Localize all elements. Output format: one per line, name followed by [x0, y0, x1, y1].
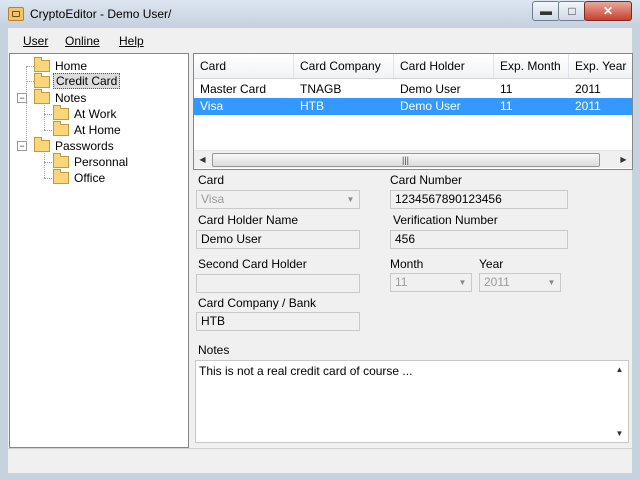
- notes-textarea[interactable]: This is not a real credit card of course…: [195, 360, 629, 443]
- month-select[interactable]: 11 ▼: [390, 273, 472, 292]
- tree-item-label: Office: [74, 171, 106, 185]
- scroll-up-icon[interactable]: ▲: [611, 361, 628, 378]
- folder-icon: [53, 153, 69, 168]
- tree-item-label: Home: [55, 59, 88, 73]
- card-type-select[interactable]: Visa ▼: [196, 190, 360, 209]
- table-cell: Visa: [200, 99, 224, 113]
- collapse-passwords-icon[interactable]: −: [17, 141, 27, 151]
- card-number-field[interactable]: 1234567890123456: [390, 190, 568, 209]
- second-holder-label: Second Card Holder: [198, 257, 307, 271]
- menu-online[interactable]: Online: [65, 34, 100, 48]
- card-type-value: Visa: [201, 192, 225, 206]
- tree-item-label: Personnal: [74, 155, 129, 169]
- tree-line: [44, 162, 52, 163]
- company-field[interactable]: HTB: [196, 312, 360, 331]
- menu-user-label: User: [23, 34, 49, 48]
- column-header-card-holder[interactable]: Card Holder: [394, 54, 494, 78]
- grip-icon: |||: [402, 155, 410, 165]
- column-header-card-company[interactable]: Card Company: [294, 54, 394, 78]
- status-bar: [8, 448, 632, 473]
- table-cell: Master Card: [200, 82, 267, 96]
- tree-item-label: Notes: [55, 91, 87, 105]
- scroll-left-icon[interactable]: ◀: [194, 151, 211, 168]
- column-header-exp-month[interactable]: Exp. Month: [494, 54, 569, 78]
- month-value: 11: [395, 275, 408, 289]
- notes-label: Notes: [198, 343, 230, 357]
- scroll-down-icon[interactable]: ▼: [611, 425, 628, 442]
- folder-icon: [34, 73, 50, 88]
- table-cell: Demo User: [400, 82, 461, 96]
- minimize-icon: ▬: [540, 4, 552, 18]
- table-cell: HTB: [300, 99, 324, 113]
- holder-name-label: Card Holder Name: [198, 213, 299, 227]
- app-icon: [8, 7, 24, 21]
- table-cell: 2011: [575, 99, 601, 113]
- maximize-icon: □: [568, 4, 576, 18]
- folder-icon: [34, 89, 50, 104]
- verification-field[interactable]: 456: [390, 230, 568, 249]
- year-label: Year: [479, 257, 504, 271]
- table-cell: TNAGB: [300, 82, 342, 96]
- tree-line: [44, 114, 52, 115]
- menu-help-label: Help: [119, 34, 144, 48]
- folder-icon: [53, 121, 69, 136]
- card-number-label: Card Number: [390, 173, 463, 187]
- minimize-button[interactable]: ▬: [532, 1, 560, 21]
- year-select[interactable]: 2011 ▼: [479, 273, 561, 292]
- table-cell: 11: [500, 99, 513, 113]
- folder-icon: [34, 57, 50, 72]
- chevron-down-icon: ▼: [458, 278, 467, 287]
- close-button[interactable]: ✕: [584, 1, 632, 21]
- category-tree[interactable]: Home Credit Card − Notes At Work At Home…: [9, 53, 189, 448]
- chevron-down-icon: ▼: [346, 195, 355, 204]
- scrollbar-thumb[interactable]: |||: [212, 153, 600, 167]
- table-cell: Demo User: [400, 99, 461, 113]
- column-header-exp-year[interactable]: Exp. Year: [569, 54, 632, 78]
- notes-text: This is not a real credit card of course…: [199, 364, 413, 378]
- tree-line: [26, 66, 27, 146]
- client-area: Home Credit Card − Notes At Work At Home…: [8, 52, 633, 472]
- company-label: Card Company / Bank: [198, 296, 317, 310]
- folder-icon: [53, 169, 69, 184]
- month-label: Month: [390, 257, 424, 271]
- menu-help[interactable]: Help: [119, 34, 144, 48]
- collapse-notes-icon[interactable]: −: [17, 93, 27, 103]
- table-cell: 2011: [575, 82, 601, 96]
- tree-item-label: Credit Card: [53, 73, 121, 89]
- column-header-card[interactable]: Card: [194, 54, 294, 78]
- tree-item-label: At Work: [74, 107, 117, 121]
- tree-line: [26, 81, 34, 82]
- tree-item-label: At Home: [74, 123, 121, 137]
- menu-online-label: Online: [65, 34, 100, 48]
- tree-line: [44, 130, 52, 131]
- table-row[interactable]: Master Card TNAGB Demo User 11 2011: [194, 81, 632, 98]
- tree-line: [44, 105, 45, 130]
- verification-label: Verification Number: [393, 213, 498, 227]
- menu-bar: User Online Help: [8, 28, 632, 52]
- scroll-right-icon[interactable]: ▶: [615, 151, 632, 168]
- horizontal-scrollbar[interactable]: ◀ ||| ▶: [194, 150, 632, 168]
- list-header: Card Card Company Card Holder Exp. Month…: [194, 54, 632, 79]
- close-icon: ✕: [602, 4, 614, 18]
- card-list[interactable]: Card Card Company Card Holder Exp. Month…: [193, 53, 633, 170]
- window-title: CryptoEditor - Demo User/: [30, 7, 172, 21]
- menu-user[interactable]: User: [23, 34, 48, 48]
- vertical-scrollbar[interactable]: ▲ ▼: [611, 361, 628, 442]
- year-value: 2011: [484, 275, 510, 289]
- title-bar[interactable]: CryptoEditor - Demo User/ ▬ □ ✕: [0, 0, 640, 28]
- tree-line: [44, 178, 52, 179]
- holder-name-field[interactable]: Demo User: [196, 230, 360, 249]
- second-holder-field[interactable]: [196, 274, 360, 293]
- tree-item-label: Passwords: [55, 139, 114, 153]
- card-label: Card: [198, 173, 225, 187]
- app-window: CryptoEditor - Demo User/ ▬ □ ✕ User Onl…: [0, 0, 640, 480]
- tree-line: [44, 153, 45, 178]
- folder-icon: [34, 137, 50, 152]
- chevron-down-icon: ▼: [547, 278, 556, 287]
- tree-line: [26, 66, 34, 67]
- table-cell: 11: [500, 82, 513, 96]
- table-row-selected[interactable]: Visa HTB Demo User 11 2011: [194, 98, 632, 115]
- maximize-button[interactable]: □: [558, 1, 586, 21]
- folder-icon: [53, 105, 69, 120]
